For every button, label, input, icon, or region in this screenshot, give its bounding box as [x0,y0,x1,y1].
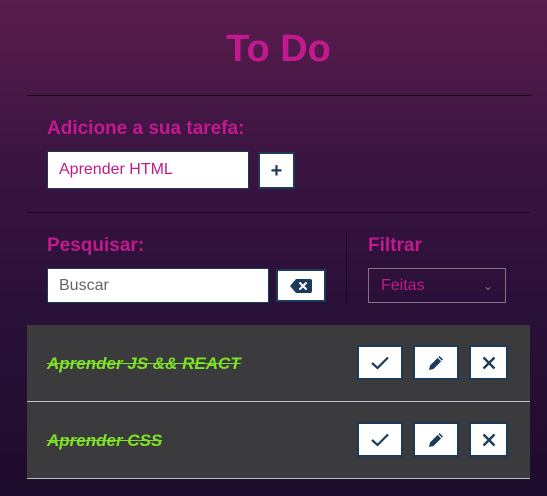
divider [27,95,531,96]
close-icon [482,356,495,369]
edit-button[interactable] [413,422,459,457]
todo-item: Aprender JS && REACT [27,325,530,402]
app-title: To Do [226,28,331,70]
add-task-label: Adicione a sua tarefa: [47,118,245,139]
search-label: Pesquisar: [47,235,145,256]
clear-search-button[interactable] [276,269,326,302]
filter-label: Filtrar [368,235,422,256]
filter-select[interactable]: Feitas ⌄ [368,268,506,303]
todo-text: Aprender JS && REACT [47,354,241,373]
add-task-input[interactable] [47,151,249,189]
vertical-divider [346,232,347,304]
plus-icon: + [270,159,283,182]
filter-selected-value: Feitas [381,276,425,294]
done-button[interactable] [357,422,403,457]
remove-button[interactable] [469,422,508,457]
search-input[interactable] [47,268,269,303]
todo-text: Aprender CSS [47,431,163,450]
backspace-icon [290,278,312,293]
add-task-button[interactable]: + [258,152,295,189]
done-button[interactable] [357,345,403,380]
divider [27,212,531,213]
chevron-down-icon: ⌄ [482,278,493,293]
pencil-icon [429,432,443,447]
todo-item: Aprender CSS [27,402,530,479]
check-icon [371,433,389,447]
pencil-icon [429,355,443,370]
edit-button[interactable] [413,345,459,380]
check-icon [371,356,389,370]
close-icon [482,433,495,446]
remove-button[interactable] [469,345,508,380]
